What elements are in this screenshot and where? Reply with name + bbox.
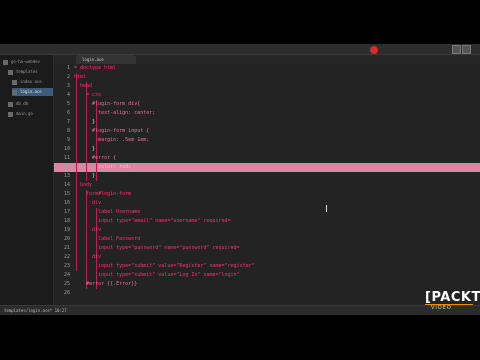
line-number: 25 [63,281,70,287]
line-number: 20 [63,236,70,242]
code-line: body [74,182,93,188]
line-number: 26 [63,290,70,296]
code-line: #login-form input { [74,128,150,134]
line-number: 12 [63,164,70,170]
status-text: templates/login.ace* 10:27 [4,308,67,313]
text-cursor-icon [326,205,329,212]
file-item[interactable]: db.db [8,100,28,108]
minimize-icon[interactable] [452,45,461,54]
line-number: 15 [63,191,70,197]
line-number: 5 [66,101,70,107]
maximize-icon[interactable] [462,45,471,54]
line-number: 10 [63,146,70,152]
file-item[interactable]: main.go [8,110,33,118]
logo-subtext: VIDEO [431,305,452,311]
code-line: } [74,146,96,152]
code-line: form#login-form [74,191,132,197]
file-sidebar: go-ha-webdev templates index.ace login.a… [0,55,54,315]
line-number: 4 [66,92,70,98]
code-line: input type="password" name="password" re… [74,245,240,251]
editor-window: go-ha-webdev templates index.ace login.a… [0,44,480,315]
code-line: } [74,173,96,179]
line-number: 13 [63,173,70,179]
folder-icon [8,69,13,75]
line-number: 18 [63,218,70,224]
code-line: margin: .5em 1em; [74,137,150,143]
folder-icon [3,59,8,65]
file-icon [12,79,17,85]
code-line: text-align: center; [74,110,156,116]
packt-logo: [PACKT] VIDEO [425,290,480,320]
file-item-selected[interactable]: login.ace [12,88,53,96]
line-number: 23 [63,263,70,269]
code-line: #error { [74,155,117,161]
code-line: head [74,83,93,89]
file-icon [8,101,13,107]
title-bar [0,44,480,55]
code-line: input type="submit" value="Log In" name=… [74,272,240,278]
file-icon [8,111,13,117]
file-icon [12,89,17,95]
code-line: div [74,200,102,206]
file-item[interactable]: index.ace [12,78,53,86]
status-bar: templates/login.ace* 10:27 [0,305,480,315]
line-number: 24 [63,272,70,278]
close-icon[interactable] [370,46,378,54]
line-number: 22 [63,254,70,260]
code-line: color: red; [74,164,132,170]
code-line: input type="email" name="username" requi… [74,218,231,224]
folder-item[interactable]: go-ha-webdev [3,58,40,66]
line-number: 19 [63,227,70,233]
line-number: 14 [63,182,70,188]
line-number: 6 [66,110,70,116]
code-line: label Password [74,236,141,242]
line-number: 16 [63,200,70,206]
code-line: label Username [74,209,141,215]
line-number: 9 [66,137,70,143]
line-number: 21 [63,245,70,251]
line-number-gutter: 1 2 3 4 5 6 7 8 9 10 11 12 13 14 15 16 17 18 19 20 21 22 23 24 2… [54,64,70,305]
code-line: input type="submit" value="Register" nam… [74,263,255,269]
line-number: 1 [66,65,70,71]
line-number: 17 [63,209,70,215]
code-line: } [74,119,96,125]
code-line: #login-form div{ [74,101,141,107]
line-number: 11 [63,155,70,161]
line-number: 8 [66,128,70,134]
line-number: 7 [66,119,70,125]
code-editor[interactable]: 1 2 3 4 5 6 7 8 9 10 11 12 13 14 15 16 17 18 19 20 21 22 23 24 2… [54,64,480,305]
code-line: #error {{.Error}} [74,281,138,287]
line-number: 2 [66,74,70,80]
code-line: div [74,254,102,260]
folder-item[interactable]: templates [8,68,38,76]
logo-text: [PACKT] [425,290,480,305]
code-line: = css [74,92,102,98]
tab-bar: login.ace [54,55,480,64]
tab-login-ace[interactable]: login.ace [76,55,136,64]
code-line: = doctype html [74,65,117,71]
code-line: div [74,227,102,233]
code-line: html [74,74,87,80]
line-number: 3 [66,83,70,89]
